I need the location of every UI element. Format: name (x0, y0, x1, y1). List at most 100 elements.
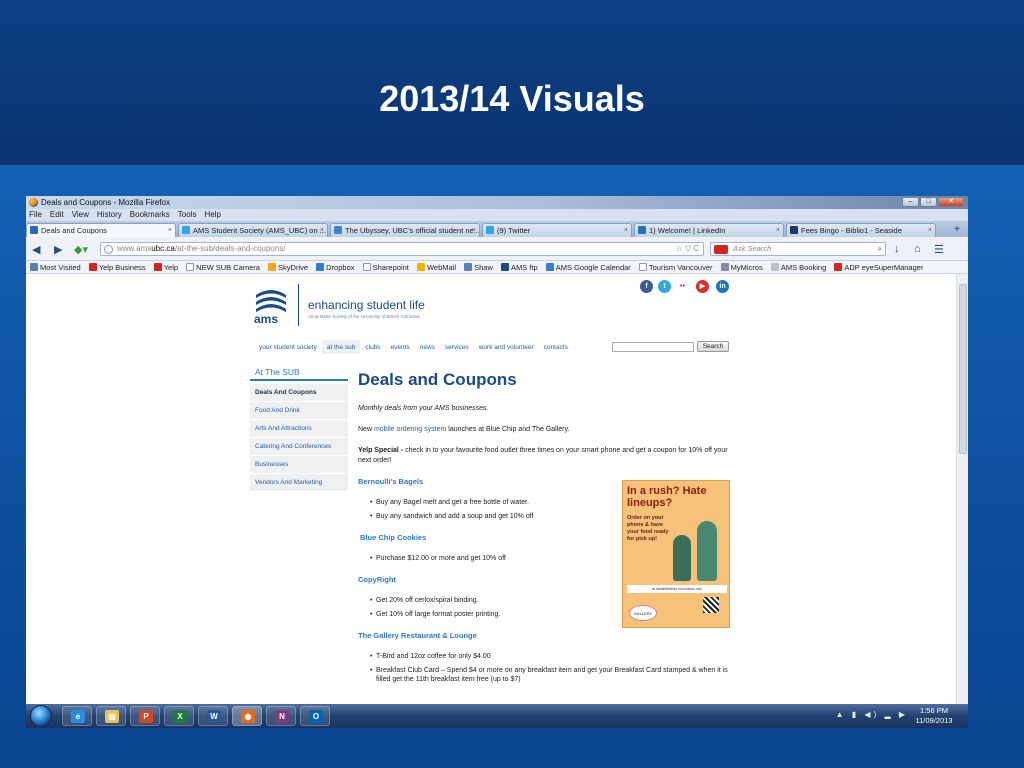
tab-close-icon[interactable]: × (776, 224, 780, 237)
logo-divider (298, 284, 299, 326)
bookmark-label: WebMail (426, 263, 457, 272)
tab-other[interactable]: Fees Bingo - Biblio1 - Seaside × (786, 223, 936, 237)
menu-view[interactable]: View (72, 209, 89, 221)
linkedin-icon[interactable]: in (716, 280, 729, 293)
bookmark-item[interactable]: Sharepoint (362, 261, 409, 273)
deal-item: Breakfast Club Card – Spend $4 or more o… (358, 666, 738, 684)
taskbar-excel[interactable]: X (164, 706, 194, 726)
bookmark-item[interactable]: ADP eyeSuperManager (834, 261, 923, 273)
search-engine-icon (714, 245, 728, 254)
bookmark-item[interactable]: SkyDrive (268, 261, 308, 273)
menu-help[interactable]: Help (204, 209, 220, 221)
nav-events[interactable]: events (386, 340, 415, 354)
taskbar-onenote[interactable]: N (266, 706, 296, 726)
vertical-scrollbar[interactable] (956, 274, 968, 704)
close-button[interactable]: ✕ (938, 197, 964, 207)
menu-edit[interactable]: Edit (50, 209, 64, 221)
maximize-button[interactable]: □ (920, 197, 937, 207)
adp-icon (834, 263, 843, 271)
nav-contacts[interactable]: contacts (539, 340, 573, 354)
tab-ams-twitter[interactable]: AMS Student Society (AMS_UBC) on ... × (178, 223, 328, 237)
bookmark-label: Tourism Vancouver (648, 263, 713, 272)
taskbar-firefox[interactable]: ◉ (232, 706, 262, 726)
sidebar-item-vendors-and-marketing[interactable]: Vendors And Marketing (250, 474, 348, 492)
new-tab-button[interactable]: + (954, 224, 960, 235)
tab-close-icon[interactable]: × (624, 224, 628, 237)
tab-close-icon[interactable]: × (928, 224, 932, 237)
system-tray-icons[interactable]: ▲ ▮ ◀) ▂ ▶ (836, 710, 908, 719)
menu-bookmarks[interactable]: Bookmarks (130, 209, 170, 221)
nav-news[interactable]: news (415, 340, 440, 354)
menu-icon[interactable]: ☰ (934, 243, 944, 256)
taskbar-ie[interactable]: e (62, 706, 92, 726)
flickr-icon[interactable]: •• (676, 280, 689, 293)
globe-icon (104, 245, 113, 254)
bookmark-star-icon[interactable]: ☆ ▽ C (675, 243, 699, 255)
tab-close-icon[interactable]: × (472, 224, 476, 237)
address-bar[interactable]: www.amsubc.ca/at-the-sub/deals-and-coupo… (100, 242, 704, 256)
person-silhouette-icon (697, 521, 717, 581)
tab-ubyssey[interactable]: The Ubyssey, UBC's official student ne..… (330, 223, 480, 237)
bookmark-item[interactable]: AMS Google Calendar (545, 261, 631, 273)
taskbar-word[interactable]: W (198, 706, 228, 726)
tab-deals-and-coupons[interactable]: Deals and Coupons × (26, 223, 176, 237)
bookmark-item[interactable]: MyMicros (720, 261, 763, 273)
back-arrow-icon[interactable]: ◀ (32, 243, 40, 256)
sidebar-item-arts-and-attractions[interactable]: Arts And Attractions (250, 420, 348, 438)
sidebar-item-catering-and-conferences[interactable]: Catering And Conferences (250, 438, 348, 456)
minimize-button[interactable]: – (902, 197, 919, 207)
nav-services[interactable]: services (440, 340, 474, 354)
youtube-icon[interactable]: ▶ (696, 280, 709, 293)
qr-code-icon (703, 597, 719, 613)
menu-file[interactable]: File (29, 209, 42, 221)
sidebar-item-deals-and-coupons[interactable]: Deals And Coupons (250, 384, 348, 402)
forward-arrow-icon[interactable]: ▶ (54, 243, 62, 256)
bookmark-item[interactable]: Shaw (464, 261, 493, 273)
search-bar[interactable]: Ask Search ⌕ (710, 242, 886, 256)
site-search-input[interactable] (612, 342, 694, 352)
deal-list: T-Bird and 12oz coffee for only $4.00 Br… (358, 652, 738, 684)
bookmark-item[interactable]: AMS Booking (770, 261, 826, 273)
menu-tools[interactable]: Tools (178, 209, 197, 221)
mobile-post: launches at Blue Chip and The Gallery. (446, 426, 570, 433)
bookmark-item[interactable]: NEW SUB Camera (186, 261, 260, 273)
tab-close-icon[interactable]: × (320, 224, 324, 237)
bookmark-item[interactable]: Most Visited (30, 261, 81, 273)
nav-work-and-volunteer[interactable]: work and volunteer (474, 340, 539, 354)
menu-history[interactable]: History (97, 209, 122, 221)
bookmark-item[interactable]: Yelp (153, 261, 178, 273)
taskbar-explorer[interactable]: ▤ (96, 706, 126, 726)
home-icon[interactable]: ⌂ (914, 243, 921, 255)
taskbar-powerpoint[interactable]: P (130, 706, 160, 726)
mobile-ordering-poster[interactable]: In a rush? Hate lineups? Order on your p… (622, 480, 730, 628)
bookmark-label: Shaw (474, 263, 493, 272)
bookmark-label: MyMicros (730, 263, 763, 272)
nav-clubs[interactable]: clubs (360, 340, 385, 354)
bookmark-item[interactable]: Tourism Vancouver (638, 261, 713, 273)
bookmark-item[interactable]: Yelp Business (88, 261, 146, 273)
facebook-icon[interactable]: f (640, 280, 653, 293)
twitter-icon[interactable]: t (658, 280, 671, 293)
window-controls: – □ ✕ (902, 197, 964, 207)
site-search-button[interactable]: Search (697, 341, 729, 352)
nav-at-the-sub[interactable]: at the sub (321, 340, 361, 354)
bookmark-item[interactable]: WebMail (416, 261, 457, 273)
nav-your-student-society[interactable]: your student society (254, 340, 322, 354)
taskbar-clock[interactable]: 1:56 PM 11/09/2013 (910, 706, 958, 726)
tab-close-icon[interactable]: × (168, 224, 172, 237)
history-dropdown-icon[interactable]: ◆▾ (74, 243, 88, 256)
tab-linkedin[interactable]: 1) Welcome! | LinkedIn × (634, 223, 784, 237)
tab-twitter[interactable]: (9) Twitter × (482, 223, 632, 237)
sidebar-item-businesses[interactable]: Businesses (250, 456, 348, 474)
mobile-ordering-link[interactable]: mobile ordering system (374, 426, 446, 433)
downloads-icon[interactable]: ↓ (894, 243, 900, 255)
search-icon[interactable]: ⌕ (878, 243, 882, 255)
scrollbar-thumb[interactable] (959, 284, 967, 454)
bookmark-item[interactable]: Dropbox (316, 261, 355, 273)
twitter-favicon-icon (182, 226, 190, 234)
sidebar-item-food-and-drink[interactable]: Food And Drink (250, 402, 348, 420)
url-domain: ubc.ca (151, 244, 175, 253)
taskbar-outlook[interactable]: O (300, 706, 330, 726)
start-button[interactable] (30, 705, 52, 727)
bookmark-item[interactable]: AMS ftp (500, 261, 538, 273)
